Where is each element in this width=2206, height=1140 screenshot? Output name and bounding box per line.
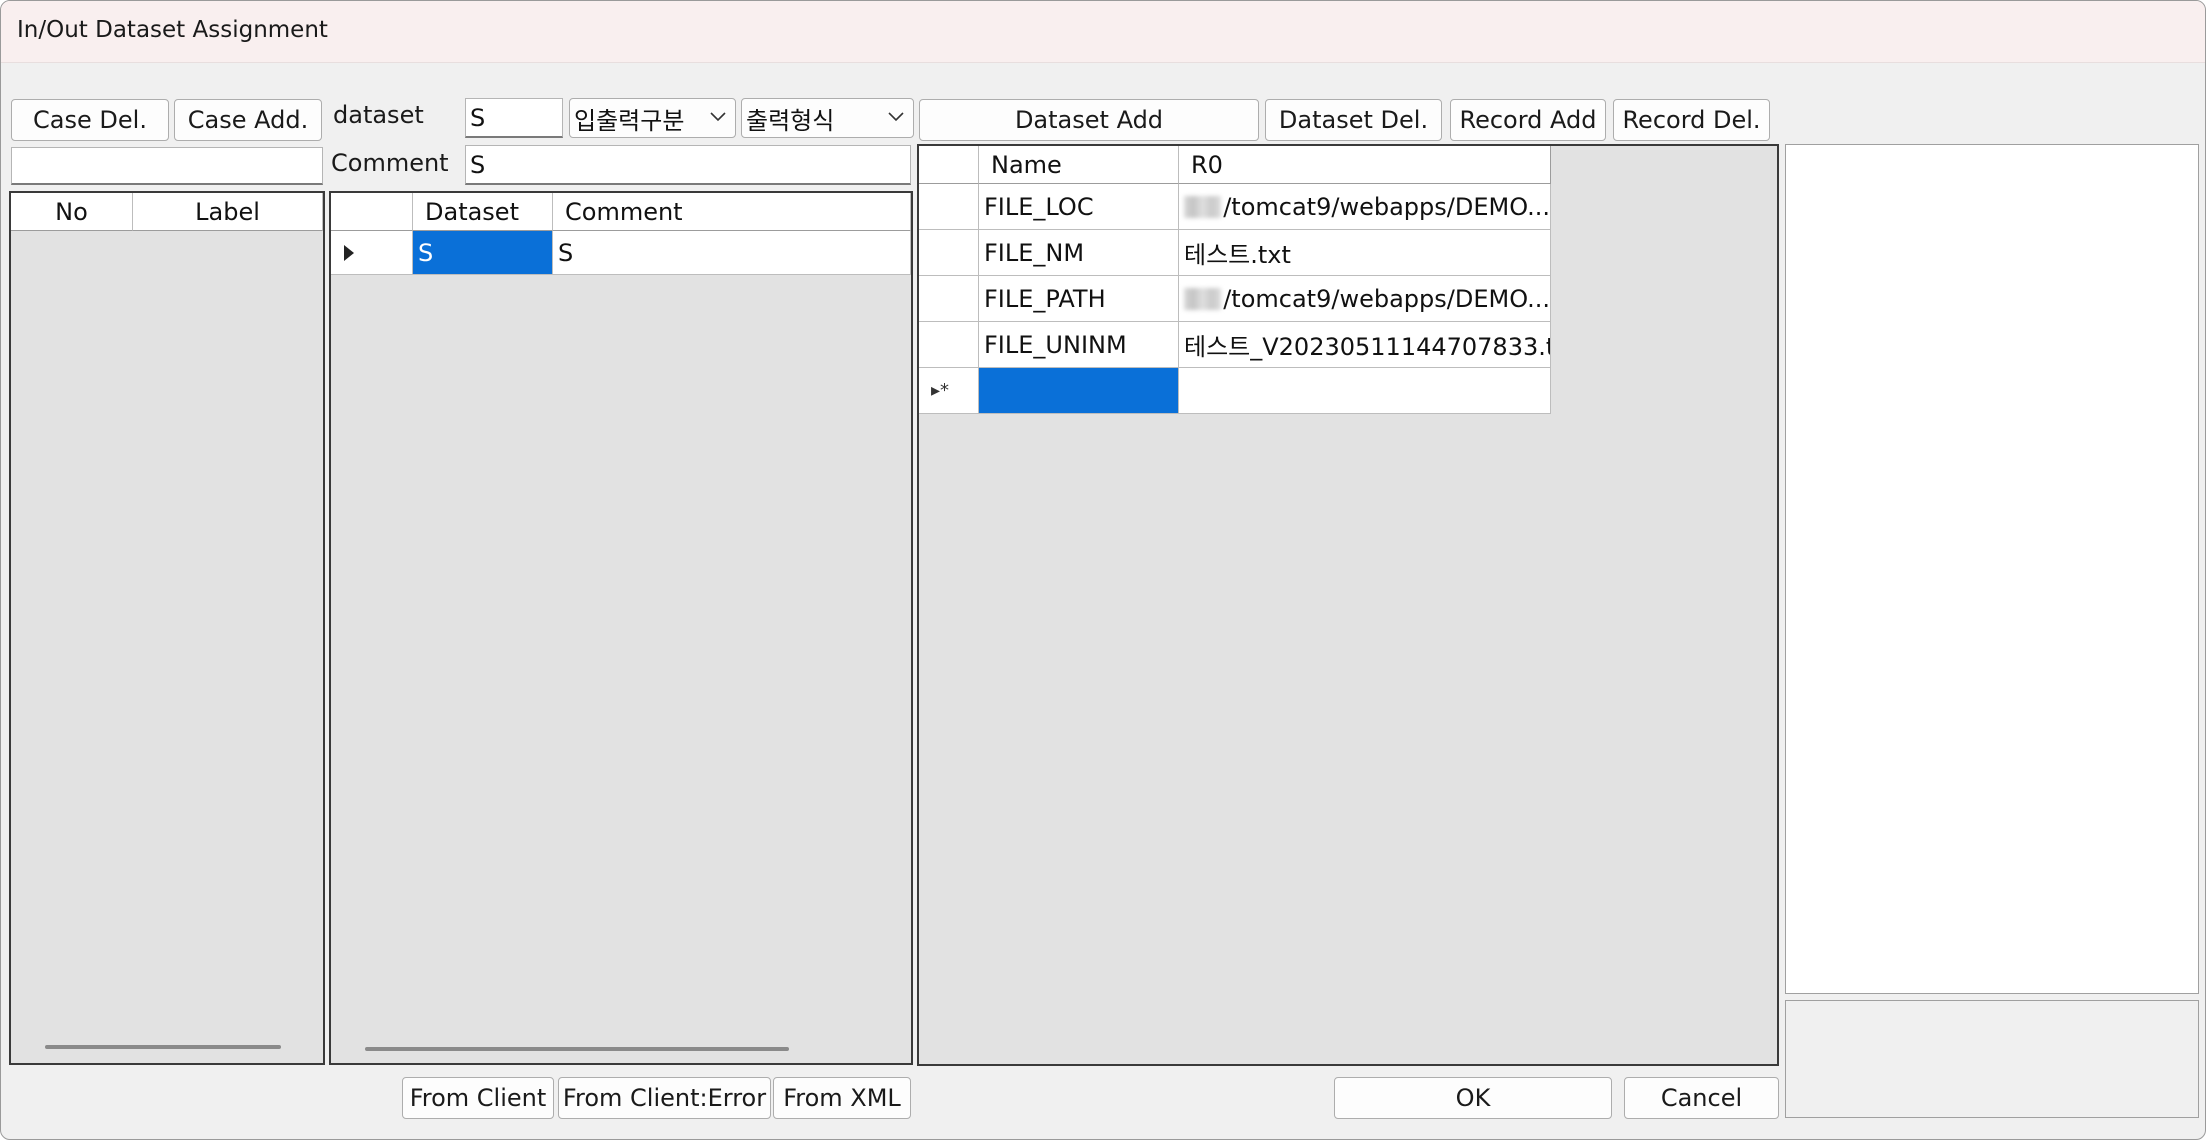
dataset-add-button[interactable]: Dataset Add: [919, 99, 1259, 141]
chevron-down-icon: [710, 112, 726, 122]
comment-input[interactable]: S: [465, 145, 911, 185]
dataset-delete-button[interactable]: Dataset Del.: [1265, 99, 1442, 141]
horizontal-scrollbar[interactable]: [365, 1047, 789, 1051]
preview-panel[interactable]: [1785, 144, 2199, 994]
column-header-no[interactable]: No: [11, 193, 133, 231]
chevron-down-icon: [888, 112, 904, 122]
window-title: In/Out Dataset Assignment: [17, 17, 328, 43]
record-name-cell[interactable]: FILE_UNINM: [979, 322, 1179, 368]
row-header-corner: [331, 193, 413, 231]
io-type-select[interactable]: 입출력구분: [569, 98, 736, 138]
comment-label: Comment: [331, 149, 449, 177]
column-header-comment[interactable]: Comment: [553, 193, 911, 231]
record-name-cell[interactable]: FILE_LOC: [979, 184, 1179, 230]
row-selector[interactable]: [919, 230, 979, 276]
redacted-text: [1184, 195, 1222, 218]
record-delete-button[interactable]: Record Del.: [1613, 99, 1770, 141]
record-value-text: /tomcat9/webapps/DEMO...: [1223, 284, 1550, 313]
cancel-button[interactable]: Cancel: [1624, 1077, 1779, 1119]
dataset-label: dataset: [333, 101, 424, 129]
status-panel: [1785, 1000, 2199, 1118]
column-header-name[interactable]: Name: [979, 146, 1179, 184]
record-value-text: /tomcat9/webapps/DEMO...: [1223, 192, 1550, 221]
record-grid[interactable]: Name R0 FILE_LOC /tomcat9/webapps/DEMO..…: [917, 144, 1779, 1066]
case-filter-input[interactable]: [11, 147, 323, 185]
column-header-r0[interactable]: R0: [1179, 146, 1551, 184]
record-value-cell[interactable]: 테스트_V20230511144707833.txt: [1179, 322, 1551, 368]
case-delete-button[interactable]: Case Del.: [11, 99, 169, 141]
record-value-cell[interactable]: 테스트.txt: [1179, 230, 1551, 276]
output-format-select[interactable]: 출력형식: [741, 98, 914, 138]
table-cell-comment[interactable]: S: [553, 231, 911, 275]
row-selector[interactable]: [919, 184, 979, 230]
from-client-button[interactable]: From Client: [402, 1077, 554, 1119]
record-name-cell[interactable]: FILE_NM: [979, 230, 1179, 276]
from-client-error-button[interactable]: From Client:Error: [558, 1077, 771, 1119]
new-row-value-cell[interactable]: [1179, 368, 1551, 414]
io-type-select-value: 입출력구분: [574, 106, 685, 135]
row-selector[interactable]: [919, 322, 979, 368]
from-xml-button[interactable]: From XML: [773, 1077, 911, 1119]
dataset-input[interactable]: S: [465, 98, 563, 138]
table-cell-dataset[interactable]: S: [413, 231, 553, 275]
record-name-cell[interactable]: FILE_PATH: [979, 276, 1179, 322]
title-bar: In/Out Dataset Assignment: [1, 1, 2205, 63]
redacted-text: [1184, 287, 1222, 310]
column-header-dataset[interactable]: Dataset: [413, 193, 553, 231]
case-add-button[interactable]: Case Add.: [174, 99, 322, 141]
row-header-corner: [919, 146, 979, 184]
current-row-arrow-icon: [344, 244, 354, 261]
row-selector[interactable]: [919, 276, 979, 322]
horizontal-scrollbar[interactable]: [45, 1045, 281, 1049]
column-header-label[interactable]: Label: [133, 193, 323, 231]
dataset-grid[interactable]: Dataset Comment S S: [329, 191, 913, 1065]
record-value-cell[interactable]: /tomcat9/webapps/DEMO...: [1179, 184, 1551, 230]
ok-button[interactable]: OK: [1334, 1077, 1612, 1119]
case-grid[interactable]: No Label: [9, 191, 325, 1065]
dialog-window: In/Out Dataset Assignment Case Del. Case…: [0, 0, 2206, 1140]
new-row-marker[interactable]: ▸*: [919, 368, 979, 414]
row-selector[interactable]: [331, 231, 413, 275]
record-add-button[interactable]: Record Add: [1450, 99, 1606, 141]
output-format-select-value: 출력형식: [746, 106, 835, 135]
new-row-name-cell[interactable]: [979, 368, 1179, 414]
record-value-cell[interactable]: /tomcat9/webapps/DEMO...: [1179, 276, 1551, 322]
